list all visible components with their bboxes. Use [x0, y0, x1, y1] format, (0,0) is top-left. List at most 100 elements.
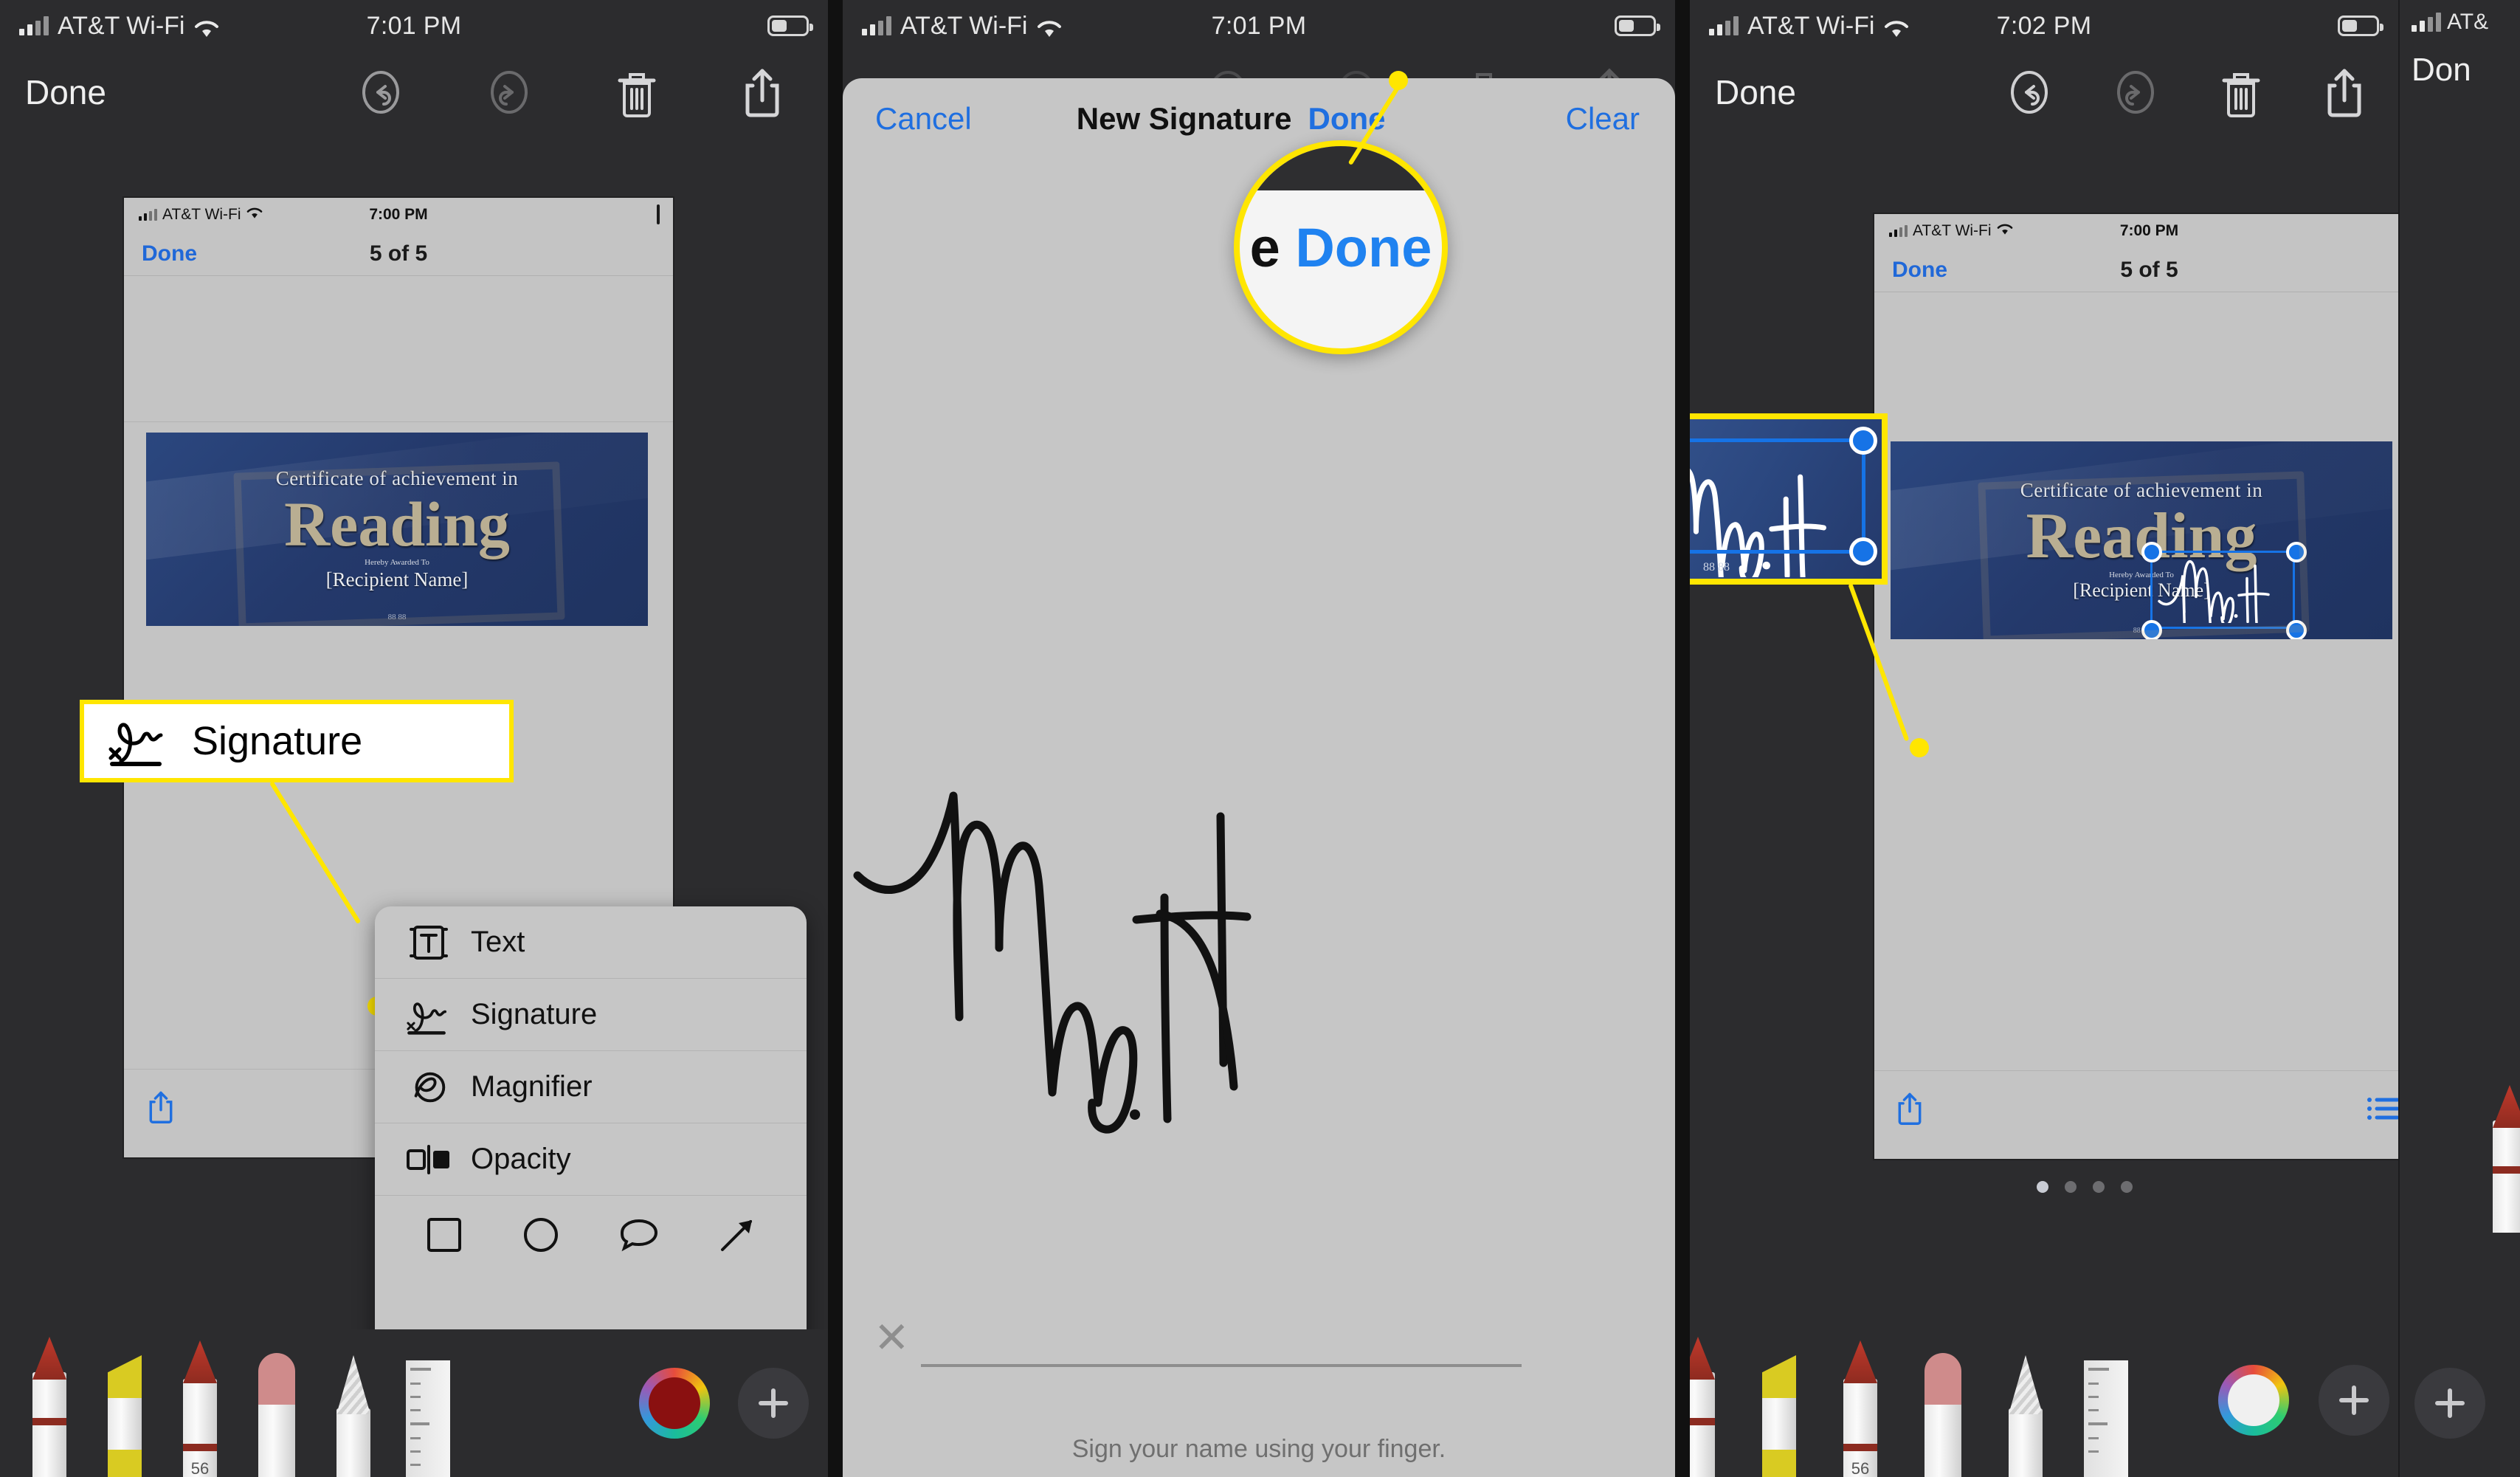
certificate-line-1: Certificate of achievement in [2020, 479, 2263, 502]
magnifier-highlight: Done [1295, 216, 1432, 278]
lasso-tool[interactable] [331, 1355, 376, 1477]
eraser-tool[interactable] [1919, 1353, 1967, 1477]
pen-tray-tools: 56 [1690, 1337, 2128, 1477]
panel-divider [828, 0, 843, 1477]
menu-item-opacity[interactable]: Opacity [375, 1123, 807, 1196]
highlighter-tool[interactable] [102, 1355, 148, 1477]
trash-icon[interactable] [2218, 67, 2264, 117]
arrow-icon[interactable] [717, 1214, 758, 1259]
certificate-image[interactable]: Certificate of achievement in Reading He… [1891, 441, 2392, 639]
menu-item-label: Magnifier [471, 1070, 593, 1103]
pencil-tool[interactable]: 56 [1837, 1340, 1883, 1477]
add-tool-button[interactable] [2414, 1368, 2485, 1439]
page-dot[interactable] [2121, 1181, 2133, 1193]
pen-tray: 56 [1690, 1329, 2398, 1477]
share-icon[interactable] [1895, 1090, 1924, 1129]
selection-handle-bottom-right[interactable] [2286, 620, 2307, 639]
status-right [1615, 16, 1660, 36]
signature-zoom-callout: Name] 88 88 [1690, 413, 1888, 585]
menu-item-label: Opacity [471, 1143, 571, 1175]
zoom-handle-top-right [1849, 427, 1877, 455]
share-icon[interactable] [2323, 66, 2366, 118]
undo-icon[interactable] [2006, 69, 2053, 116]
cancel-button[interactable]: Cancel [875, 101, 972, 137]
clear-button[interactable]: Clear [1566, 101, 1640, 137]
add-tool-button[interactable] [2319, 1365, 2389, 1436]
zoom-magnifier-bubble: e Done [1234, 140, 1448, 354]
lasso-tool[interactable] [2003, 1355, 2048, 1477]
callout-label: Signature [192, 719, 363, 763]
eraser-tool[interactable] [252, 1353, 301, 1477]
add-tool-button[interactable] [738, 1368, 809, 1439]
signature-canvas[interactable] [843, 359, 1675, 1171]
list-icon[interactable] [2367, 1096, 2398, 1126]
undo-icon[interactable] [357, 69, 404, 116]
share-icon[interactable] [741, 66, 784, 118]
status-bar: AT& [2400, 0, 2520, 44]
text-box-icon [400, 920, 458, 965]
redo-icon[interactable] [2112, 69, 2159, 116]
pen-tool[interactable] [27, 1337, 72, 1477]
certificate-image[interactable]: Certificate of achievement in Reading He… [146, 433, 648, 626]
selection-handle-top-right[interactable] [2286, 542, 2307, 562]
pen-tool[interactable] [2487, 1085, 2520, 1233]
page-dots [2037, 1181, 2133, 1193]
color-swatch-button[interactable] [639, 1368, 710, 1439]
redo-icon[interactable] [486, 69, 533, 116]
selection-handle-top-left[interactable] [2141, 542, 2162, 562]
markup-popup-menu[interactable]: Text Signature Magnifier Opacity [375, 906, 807, 1357]
page-counter-label: 5 of 5 [369, 241, 428, 266]
speech-bubble-icon[interactable] [617, 1214, 661, 1259]
markup-toolbar: Done [1690, 52, 2398, 133]
ruler-tool[interactable] [2084, 1360, 2128, 1477]
menu-item-text[interactable]: Text [375, 906, 807, 979]
magnifier-top-band [1240, 146, 1442, 191]
share-icon[interactable] [146, 1089, 176, 1128]
markup-done-button[interactable]: Done [25, 72, 106, 112]
inner-status-right [657, 204, 660, 224]
ruler-tool[interactable] [406, 1360, 450, 1477]
page-dot[interactable] [2065, 1181, 2077, 1193]
markup-done-button[interactable]: Don [2412, 52, 2471, 89]
signature-x-mark: ✕ [874, 1314, 910, 1362]
magnifier-leader-dot [1389, 71, 1408, 90]
inner-status-bar: AT&T Wi-Fi 7:00 PM [1874, 214, 2398, 248]
battery-icon [767, 16, 813, 36]
inner-clock-label: 7:00 PM [2119, 222, 2179, 239]
magnifier-prefix: e [1249, 216, 1280, 278]
circle-icon[interactable] [520, 1214, 562, 1259]
inner-lower-blank [1874, 657, 2398, 1070]
square-icon[interactable] [424, 1214, 465, 1259]
menu-item-magnifier[interactable]: Magnifier [375, 1051, 807, 1123]
status-bar: AT&T Wi-Fi 7:01 PM [0, 0, 828, 52]
opacity-icon [400, 1143, 458, 1176]
certificate-recipient: [Recipient Name] [325, 568, 469, 591]
placed-signature[interactable] [2156, 560, 2289, 623]
status-bar: AT&T Wi-Fi 7:02 PM [1690, 0, 2398, 52]
battery-icon [1615, 16, 1660, 36]
color-swatch-button[interactable] [2218, 1365, 2289, 1436]
page-dot[interactable] [2093, 1181, 2105, 1193]
sheet-title: New Signature [1076, 101, 1292, 136]
selection-handle-bottom-left[interactable] [2141, 620, 2162, 639]
zoom-callout-footer: 88 88 [1703, 561, 1730, 574]
signature-selection-box[interactable] [2150, 551, 2295, 629]
pencil-tool[interactable]: 56 [177, 1340, 223, 1477]
inner-nav-bar: Done 5 of 5 [124, 232, 673, 276]
certificate-awarded-label: Hereby Awarded To [365, 558, 429, 568]
certificate-line-1: Certificate of achievement in [275, 466, 519, 489]
panel-new-signature: AT&T Wi-Fi 7:01 PM Done Cancel New Signa… [843, 0, 1675, 1477]
panel-signature-placed: AT&T Wi-Fi 7:02 PM Done AT&T Wi-Fi 7:00 … [1690, 0, 2398, 1477]
inner-clock-label: 7:00 PM [369, 206, 428, 223]
markup-toolbar: Done [0, 52, 828, 133]
menu-item-signature[interactable]: Signature [375, 979, 807, 1051]
pen-tool[interactable] [1690, 1337, 1721, 1477]
signature-done-button[interactable]: Done [1308, 101, 1385, 137]
cellular-signal-icon [2412, 13, 2441, 32]
carrier-label: AT& [2447, 10, 2489, 34]
menu-item-label: Text [471, 926, 525, 958]
highlighter-tool[interactable] [1756, 1355, 1802, 1477]
markup-done-button[interactable]: Done [1715, 72, 1796, 112]
trash-icon[interactable] [614, 67, 660, 117]
page-dot-active[interactable] [2037, 1181, 2048, 1193]
